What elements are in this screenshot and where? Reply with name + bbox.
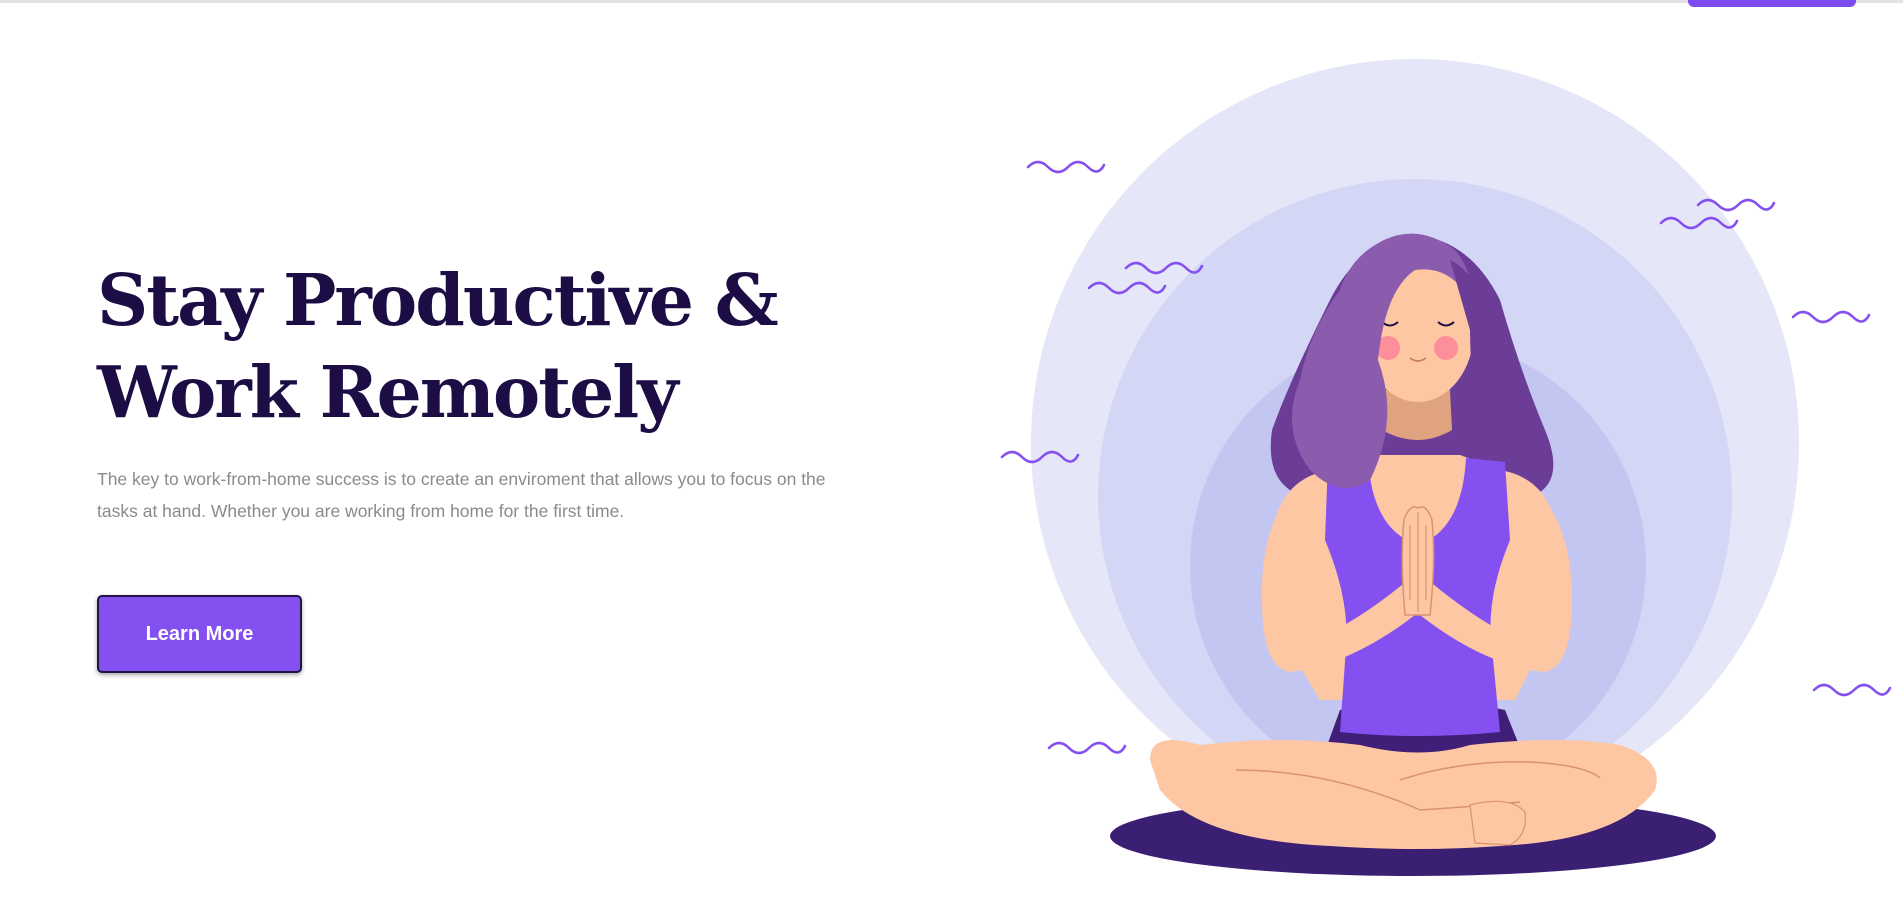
right-cheek — [1434, 336, 1458, 360]
wave-1 — [1026, 160, 1106, 174]
wave-8 — [1791, 310, 1871, 324]
meditation-illustration — [1000, 59, 1892, 876]
wave-9 — [1812, 683, 1892, 697]
foot — [1469, 800, 1527, 846]
wave-5 — [1047, 741, 1127, 755]
